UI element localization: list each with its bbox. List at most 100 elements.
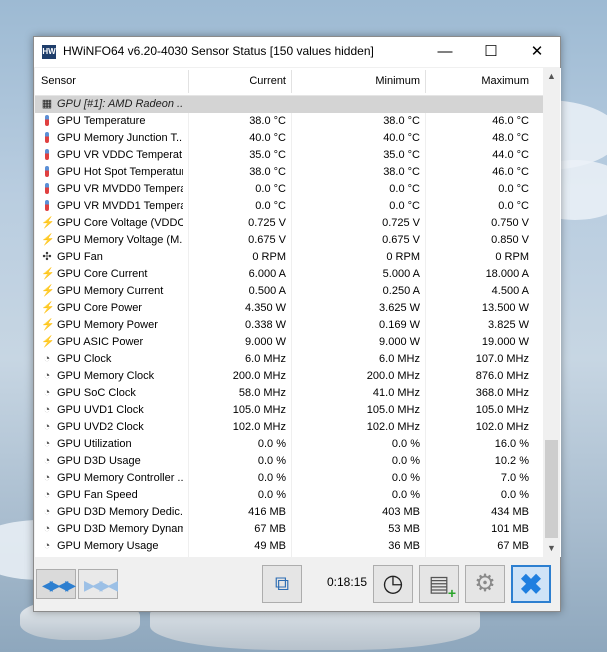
sensor-current: 0.0 % xyxy=(257,438,286,450)
sensor-row[interactable]: ⚡ GPU Memory Power 0.338 W 0.169 W 3.825 W xyxy=(35,317,543,334)
sensor-row[interactable]: GPU VR MVDD1 Tempera... 0.0 °C 0.0 °C 0.0 °… xyxy=(35,198,543,215)
sensor-name: GPU Core Power xyxy=(57,302,142,314)
sensor-row[interactable]: ◔ GPU SoC Clock 58.0 MHz 41.0 MHz 368.0 MHz xyxy=(35,385,543,402)
sensor-row[interactable]: ⚡ GPU Core Power 4.350 W 3.625 W 13.500 W xyxy=(35,300,543,317)
sensor-row[interactable]: ◔ GPU Fan Speed 0.0 % 0.0 % 0.0 % xyxy=(35,487,543,504)
sensor-row[interactable]: ⚡ GPU ASIC Power 9.000 W 9.000 W 19.000 W xyxy=(35,334,543,351)
sensor-row[interactable]: ◔ GPU Clock 6.0 MHz 6.0 MHz 107.0 MHz xyxy=(35,351,543,368)
sensor-name: GPU Fan xyxy=(57,251,103,263)
thermometer-icon xyxy=(41,200,53,213)
sensor-minimum: 6.0 MHz xyxy=(379,353,420,365)
sensor-name: GPU Memory Power xyxy=(57,319,158,331)
logging-button[interactable]: ▤ + xyxy=(419,565,459,603)
minimize-button[interactable]: — xyxy=(422,37,468,67)
sensor-name: GPU Memory Clock xyxy=(57,370,155,382)
sensor-maximum: 46.0 °C xyxy=(492,115,529,127)
scrollbar-thumb[interactable] xyxy=(545,440,558,538)
sensor-name: GPU UVD1 Clock xyxy=(57,404,144,416)
network-button[interactable]: ⧉ xyxy=(262,565,302,603)
sensor-row[interactable]: ◔ GPU Utilization 0.0 % 0.0 % 16.0 % xyxy=(35,436,543,453)
sensor-maximum: 0.750 V xyxy=(491,217,529,229)
sensor-name: GPU D3D Usage xyxy=(57,455,141,467)
sensor-maximum: 434 MB xyxy=(491,506,529,518)
sensor-row[interactable]: GPU VR VDDC Temperat... 35.0 °C 35.0 °C 44.… xyxy=(35,147,543,164)
vertical-scrollbar[interactable]: ▲ ▼ xyxy=(543,68,560,557)
sensor-row[interactable]: GPU Hot Spot Temperature 38.0 °C 38.0 °C 46… xyxy=(35,164,543,181)
clock-icon: ◔ xyxy=(43,370,51,382)
sensor-current: 58.0 MHz xyxy=(238,387,286,399)
sensor-minimum: 36 MB xyxy=(388,540,420,552)
sensor-row[interactable]: ✣ GPU Fan 0 RPM 0 RPM 0 RPM xyxy=(35,249,543,266)
scroll-down-arrow[interactable]: ▼ xyxy=(543,540,560,557)
sensor-current: 4.350 W xyxy=(245,302,286,314)
clock-icon: ◔ xyxy=(43,472,51,484)
network-computers-icon: ⧉ xyxy=(274,573,290,595)
column-header-current[interactable]: Current xyxy=(190,68,286,95)
clock-icon: ◔ xyxy=(43,455,51,467)
sensor-maximum: 0.0 % xyxy=(500,489,529,501)
sensor-minimum: 0.169 W xyxy=(379,319,420,331)
clock-icon: ◔ xyxy=(43,421,51,433)
sensor-minimum: 53 MB xyxy=(388,523,420,535)
sensor-current: 67 MB xyxy=(254,523,286,535)
sensor-row[interactable]: ◔ GPU D3D Memory Dedic... 416 MB 403 MB 434 … xyxy=(35,504,543,521)
sensor-name: GPU Core Voltage (VDDC) xyxy=(57,217,183,229)
lightning-icon: ⚡ xyxy=(41,268,55,280)
sensor-current: 0.725 V xyxy=(248,217,286,229)
sensor-row[interactable]: ◔ GPU UVD1 Clock 105.0 MHz 105.0 MHz 105.0 M… xyxy=(35,402,543,419)
table-header: Sensor Current Minimum Maximum xyxy=(35,68,543,96)
sensor-maximum: 107.0 MHz xyxy=(475,353,529,365)
sensor-table: Sensor Current Minimum Maximum ▦ GPU [#1… xyxy=(35,68,561,557)
sensor-name: GPU D3D Memory Dedic... xyxy=(57,506,183,518)
column-header-sensor[interactable]: Sensor xyxy=(41,68,76,95)
sensor-row[interactable]: ⚡ GPU Memory Current 0.500 A 0.250 A 4.500 A xyxy=(35,283,543,300)
double-arrow-icon: ◀▶◀▶ xyxy=(42,577,76,593)
sensor-name: GPU Memory Usage xyxy=(57,540,159,552)
sensor-row[interactable]: ◔ GPU Memory Usage 49 MB 36 MB 67 MB xyxy=(35,538,543,555)
move-right-button[interactable]: ▶◀▶◀ xyxy=(78,569,118,599)
sensor-maximum: 18.000 A xyxy=(485,268,529,280)
move-left-button[interactable]: ◀▶◀▶ xyxy=(36,569,76,599)
settings-button[interactable]: ⚙ xyxy=(465,565,505,603)
lightning-icon: ⚡ xyxy=(41,234,55,246)
sensor-row[interactable]: ⚡ GPU Core Current 6.000 A 5.000 A 18.000 A xyxy=(35,266,543,283)
reset-timer-button[interactable]: ◷ xyxy=(373,565,413,603)
sensor-minimum: 0.0 °C xyxy=(389,200,420,212)
column-divider[interactable] xyxy=(291,70,292,93)
sensor-maximum: 876.0 MHz xyxy=(475,370,529,382)
sensor-row[interactable]: ⚡ GPU Memory Voltage (M... 0.675 V 0.675 V 0… xyxy=(35,232,543,249)
lightning-icon: ⚡ xyxy=(41,319,55,331)
scroll-up-arrow[interactable]: ▲ xyxy=(543,68,560,85)
sensor-row[interactable]: ◔ GPU UVD2 Clock 102.0 MHz 102.0 MHz 102.0 M… xyxy=(35,419,543,436)
sensor-minimum: 0.675 V xyxy=(382,234,420,246)
sensor-minimum: 0.0 % xyxy=(391,438,420,450)
title-bar[interactable]: HW HWiNFO64 v6.20-4030 Sensor Status [15… xyxy=(34,37,560,67)
sensor-row[interactable]: GPU Temperature 38.0 °C 38.0 °C 46.0 °C xyxy=(35,113,543,130)
column-header-minimum[interactable]: Minimum xyxy=(293,68,420,95)
sensor-current: 105.0 MHz xyxy=(232,404,286,416)
column-divider[interactable] xyxy=(188,70,189,93)
close-sensors-button[interactable]: ✖ xyxy=(511,565,551,603)
sensor-minimum: 38.0 °C xyxy=(383,115,420,127)
sensor-row[interactable]: ◔ GPU Memory Controller ... 0.0 % 0.0 % 7.0 … xyxy=(35,470,543,487)
lightning-icon: ⚡ xyxy=(41,285,55,297)
maximize-button[interactable]: ☐ xyxy=(468,37,514,67)
sensor-group-row[interactable]: ▦ GPU [#1]: AMD Radeon ... xyxy=(35,96,543,113)
sensor-maximum: 102.0 MHz xyxy=(475,421,529,433)
sensor-row[interactable]: GPU VR MVDD0 Tempera... 0.0 °C 0.0 °C 0.0 °… xyxy=(35,181,543,198)
sensor-name: GPU D3D Memory Dynamic xyxy=(57,523,183,535)
close-window-button[interactable]: ✕ xyxy=(514,37,560,67)
sensor-maximum: 16.0 % xyxy=(494,438,529,450)
column-header-maximum[interactable]: Maximum xyxy=(427,68,529,95)
sensor-row[interactable]: ◔ GPU Memory Clock 200.0 MHz 200.0 MHz 876.0… xyxy=(35,368,543,385)
hwinfo-app-icon[interactable]: HW xyxy=(42,45,56,59)
sensor-row[interactable]: ⚡ GPU Core Voltage (VDDC) 0.725 V 0.725 V 0.… xyxy=(35,215,543,232)
sensor-row[interactable]: ◔ GPU D3D Memory Dynamic 67 MB 53 MB 101 MB xyxy=(35,521,543,538)
sensor-name: GPU Memory Junction T... xyxy=(57,132,183,144)
sensor-row[interactable]: GPU Memory Junction T... 40.0 °C 40.0 °C 48… xyxy=(35,130,543,147)
column-divider[interactable] xyxy=(425,70,426,93)
sensor-minimum: 403 MB xyxy=(382,506,420,518)
sensor-current: 6.000 A xyxy=(248,268,286,280)
sensor-row[interactable]: ◔ GPU D3D Usage 0.0 % 0.0 % 10.2 % xyxy=(35,453,543,470)
sensor-current: 200.0 MHz xyxy=(232,370,286,382)
